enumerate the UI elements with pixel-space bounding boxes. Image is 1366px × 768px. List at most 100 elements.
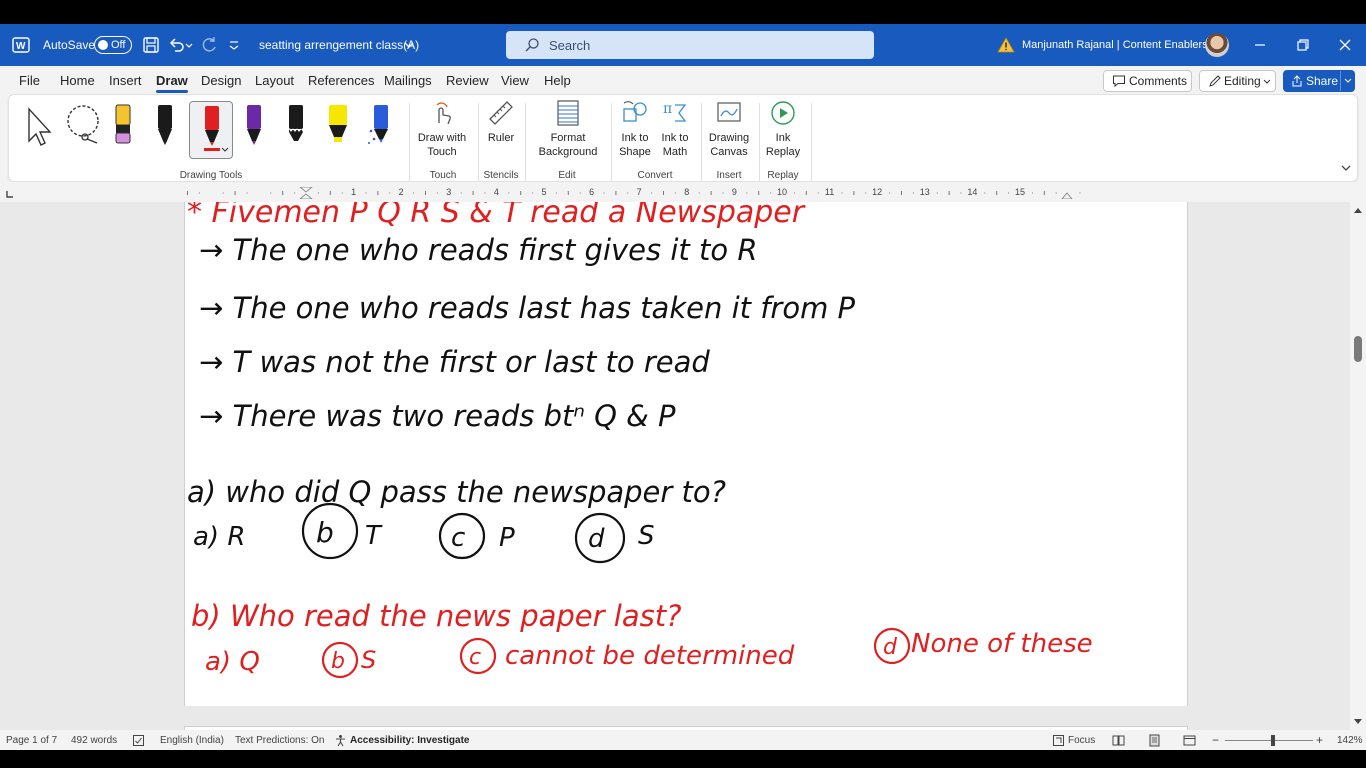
group-touch: Touch bbox=[429, 170, 457, 181]
zoom-in-button[interactable]: + bbox=[1316, 733, 1323, 747]
ink-q1-option-c: P bbox=[499, 523, 515, 553]
document-title[interactable]: seatting arrengement class(A) bbox=[259, 38, 419, 52]
minimize-icon[interactable] bbox=[1248, 34, 1272, 56]
tab-review[interactable]: Review bbox=[446, 73, 489, 88]
avatar[interactable] bbox=[1205, 33, 1229, 57]
tab-mailings[interactable]: Mailings bbox=[384, 73, 432, 88]
scroll-up-icon[interactable] bbox=[1353, 206, 1363, 216]
customize-toolbar-icon[interactable] bbox=[227, 35, 241, 55]
autosave-toggle[interactable]: Off bbox=[94, 36, 132, 54]
ruler-number: 13 bbox=[919, 187, 930, 197]
share-label: Share bbox=[1306, 74, 1339, 88]
ruler-tick bbox=[984, 192, 986, 194]
ink-to-math-button[interactable]: π Ink to Math bbox=[655, 99, 695, 159]
pen-galaxy-blue-icon[interactable] bbox=[362, 101, 398, 155]
comment-icon bbox=[1113, 75, 1125, 88]
ink-to-shape-button[interactable]: Ink to Shape bbox=[615, 99, 655, 159]
ink-question-1: a) who did Q pass the newspaper to? bbox=[187, 475, 726, 509]
proofing-icon[interactable] bbox=[132, 734, 145, 747]
focus-icon[interactable] bbox=[1052, 734, 1065, 747]
scrollbar-thumb[interactable] bbox=[1354, 336, 1362, 362]
tab-layout[interactable]: Layout bbox=[255, 73, 294, 88]
comments-button[interactable]: Comments bbox=[1103, 70, 1192, 92]
ink-replay-button[interactable]: Ink Replay bbox=[761, 99, 805, 159]
save-icon[interactable] bbox=[141, 35, 161, 55]
tab-draw[interactable]: Draw bbox=[156, 73, 188, 93]
toggle-knob bbox=[98, 40, 108, 50]
eraser-icon[interactable] bbox=[105, 101, 141, 155]
drawing-canvas-button[interactable]: Drawing Canvas bbox=[703, 99, 755, 159]
search-box[interactable]: Search bbox=[506, 31, 874, 59]
restore-icon[interactable] bbox=[1290, 34, 1314, 56]
format-background-button[interactable]: Format Background bbox=[531, 99, 605, 159]
ruler-tick bbox=[234, 191, 236, 195]
pen-red-selected[interactable] bbox=[189, 101, 233, 159]
zoom-slider-track[interactable] bbox=[1225, 740, 1313, 741]
word-count[interactable]: 492 words bbox=[71, 735, 117, 746]
tab-help[interactable]: Help bbox=[544, 73, 571, 88]
language[interactable]: English (India) bbox=[160, 735, 224, 746]
tab-home[interactable]: Home bbox=[60, 73, 95, 88]
document-page[interactable]: * Fivemen P Q R S & T read a Newspaper →… bbox=[184, 202, 1188, 706]
title-chevron-down-icon[interactable] bbox=[404, 40, 414, 50]
ruler-tick bbox=[674, 192, 676, 194]
accessibility-status[interactable]: Accessibility: Investigate bbox=[350, 735, 470, 746]
ruler-icon bbox=[489, 101, 513, 125]
ruler-tick bbox=[1031, 192, 1033, 194]
group-insert: Insert bbox=[716, 170, 742, 181]
ink-q1-letter-d: d bbox=[588, 524, 605, 554]
pencil-black-icon[interactable] bbox=[278, 101, 314, 155]
lasso-select-icon[interactable] bbox=[63, 101, 103, 155]
accessibility-icon[interactable] bbox=[334, 734, 347, 747]
ribbon-separator bbox=[611, 103, 612, 181]
select-arrow-icon[interactable] bbox=[21, 101, 57, 155]
redo-icon[interactable] bbox=[199, 35, 219, 55]
text-predictions[interactable]: Text Predictions: On bbox=[235, 735, 324, 746]
focus-label[interactable]: Focus bbox=[1068, 735, 1095, 746]
user-name[interactable]: Manjunath Rajanal | Content Enablers bbox=[1022, 39, 1208, 51]
ruler-number: 9 bbox=[731, 187, 737, 197]
pen-options-chevron-icon[interactable] bbox=[221, 146, 229, 154]
tab-selector-icon[interactable] bbox=[6, 190, 14, 198]
web-layout-icon[interactable] bbox=[1183, 734, 1196, 747]
group-stencils: Stencils bbox=[483, 170, 519, 181]
warning-icon[interactable] bbox=[997, 36, 1015, 54]
tab-design[interactable]: Design bbox=[201, 73, 241, 88]
ruler-tick bbox=[663, 191, 664, 195]
zoom-level[interactable]: 142% bbox=[1337, 735, 1363, 746]
ruler-button[interactable]: Ruler bbox=[481, 99, 521, 145]
zoom-out-button[interactable]: − bbox=[1212, 733, 1219, 747]
vertical-scrollbar[interactable] bbox=[1350, 202, 1366, 730]
ruler-tick bbox=[508, 192, 510, 194]
ruler-tick bbox=[817, 192, 819, 194]
ruler-tick bbox=[901, 191, 902, 195]
scroll-down-icon[interactable] bbox=[1353, 716, 1363, 726]
share-chevron-down-icon[interactable] bbox=[1344, 77, 1352, 85]
page-count[interactable]: Page 1 of 7 bbox=[6, 735, 57, 746]
editing-mode-button[interactable]: Editing bbox=[1199, 70, 1276, 92]
horizontal-ruler[interactable]: 1 2 3 4 5 6 7 8 9 10 11 12 13 14 15 bbox=[0, 182, 1366, 202]
share-button[interactable]: Share bbox=[1283, 70, 1355, 92]
share-icon bbox=[1292, 75, 1302, 87]
print-layout-icon[interactable] bbox=[1148, 734, 1161, 747]
undo-dropdown-icon[interactable] bbox=[184, 35, 194, 55]
ruler-tick bbox=[960, 192, 962, 194]
document-canvas[interactable]: * Fivemen P Q R S & T read a Newspaper →… bbox=[0, 202, 1350, 730]
ribbon-separator bbox=[759, 103, 760, 181]
tab-view[interactable]: View bbox=[501, 73, 529, 88]
read-mode-icon[interactable] bbox=[1112, 734, 1125, 747]
tab-references[interactable]: References bbox=[308, 73, 374, 88]
highlighter-yellow-icon[interactable] bbox=[320, 101, 356, 155]
collapse-ribbon-chevron-icon[interactable] bbox=[1339, 161, 1353, 175]
ruler-tick bbox=[805, 191, 807, 195]
tab-file[interactable]: File bbox=[19, 73, 40, 88]
ruler-tick bbox=[520, 191, 522, 195]
draw-with-touch-button[interactable]: Draw with Touch bbox=[413, 99, 471, 159]
zoom-slider-thumb[interactable] bbox=[1271, 735, 1275, 746]
close-icon[interactable] bbox=[1333, 34, 1357, 56]
undo-icon[interactable] bbox=[166, 35, 186, 55]
ink-to-math-icon: π bbox=[663, 101, 687, 122]
pen-black-icon[interactable] bbox=[147, 101, 183, 155]
pen-purple-icon[interactable] bbox=[236, 101, 272, 155]
tab-insert[interactable]: Insert bbox=[109, 73, 142, 88]
